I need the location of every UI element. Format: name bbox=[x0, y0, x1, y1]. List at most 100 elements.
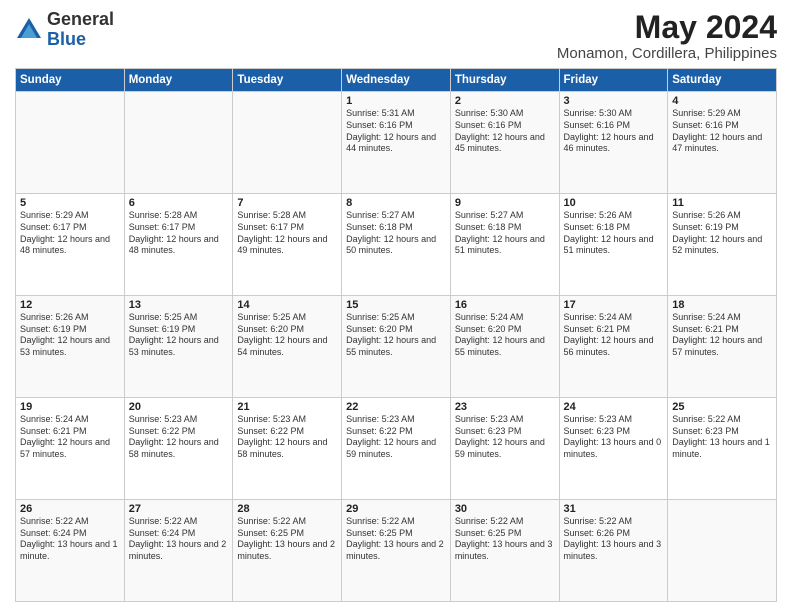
calendar-header: Sunday Monday Tuesday Wednesday Thursday… bbox=[16, 69, 777, 92]
day-cell: 14Sunrise: 5:25 AM Sunset: 6:20 PM Dayli… bbox=[233, 296, 342, 398]
calendar-body: 1Sunrise: 5:31 AM Sunset: 6:16 PM Daylig… bbox=[16, 92, 777, 602]
day-cell: 4Sunrise: 5:29 AM Sunset: 6:16 PM Daylig… bbox=[668, 92, 777, 194]
day-info: Sunrise: 5:22 AM Sunset: 6:26 PM Dayligh… bbox=[564, 516, 664, 563]
day-cell: 5Sunrise: 5:29 AM Sunset: 6:17 PM Daylig… bbox=[16, 194, 125, 296]
day-cell: 27Sunrise: 5:22 AM Sunset: 6:24 PM Dayli… bbox=[124, 500, 233, 602]
day-info: Sunrise: 5:23 AM Sunset: 6:22 PM Dayligh… bbox=[346, 414, 446, 461]
logo-icon bbox=[15, 16, 43, 44]
day-cell: 6Sunrise: 5:28 AM Sunset: 6:17 PM Daylig… bbox=[124, 194, 233, 296]
title-block: May 2024 Monamon, Cordillera, Philippine… bbox=[557, 10, 777, 62]
day-cell: 28Sunrise: 5:22 AM Sunset: 6:25 PM Dayli… bbox=[233, 500, 342, 602]
day-cell: 23Sunrise: 5:23 AM Sunset: 6:23 PM Dayli… bbox=[450, 398, 559, 500]
calendar-table: Sunday Monday Tuesday Wednesday Thursday… bbox=[15, 68, 777, 602]
day-cell: 24Sunrise: 5:23 AM Sunset: 6:23 PM Dayli… bbox=[559, 398, 668, 500]
day-info: Sunrise: 5:25 AM Sunset: 6:19 PM Dayligh… bbox=[129, 312, 229, 359]
day-info: Sunrise: 5:25 AM Sunset: 6:20 PM Dayligh… bbox=[237, 312, 337, 359]
day-info: Sunrise: 5:23 AM Sunset: 6:22 PM Dayligh… bbox=[129, 414, 229, 461]
day-number: 2 bbox=[455, 95, 555, 107]
day-info: Sunrise: 5:27 AM Sunset: 6:18 PM Dayligh… bbox=[346, 210, 446, 257]
day-cell: 7Sunrise: 5:28 AM Sunset: 6:17 PM Daylig… bbox=[233, 194, 342, 296]
day-number: 24 bbox=[564, 401, 664, 413]
day-number: 19 bbox=[20, 401, 120, 413]
day-number: 16 bbox=[455, 299, 555, 311]
week-row-5: 26Sunrise: 5:22 AM Sunset: 6:24 PM Dayli… bbox=[16, 500, 777, 602]
day-number: 8 bbox=[346, 197, 446, 209]
day-cell: 31Sunrise: 5:22 AM Sunset: 6:26 PM Dayli… bbox=[559, 500, 668, 602]
day-info: Sunrise: 5:24 AM Sunset: 6:21 PM Dayligh… bbox=[564, 312, 664, 359]
day-info: Sunrise: 5:27 AM Sunset: 6:18 PM Dayligh… bbox=[455, 210, 555, 257]
day-number: 4 bbox=[672, 95, 772, 107]
day-info: Sunrise: 5:30 AM Sunset: 6:16 PM Dayligh… bbox=[564, 108, 664, 155]
day-cell: 22Sunrise: 5:23 AM Sunset: 6:22 PM Dayli… bbox=[342, 398, 451, 500]
day-cell: 16Sunrise: 5:24 AM Sunset: 6:20 PM Dayli… bbox=[450, 296, 559, 398]
day-number: 11 bbox=[672, 197, 772, 209]
day-cell: 26Sunrise: 5:22 AM Sunset: 6:24 PM Dayli… bbox=[16, 500, 125, 602]
day-cell: 30Sunrise: 5:22 AM Sunset: 6:25 PM Dayli… bbox=[450, 500, 559, 602]
day-cell bbox=[16, 92, 125, 194]
day-info: Sunrise: 5:22 AM Sunset: 6:25 PM Dayligh… bbox=[455, 516, 555, 563]
day-info: Sunrise: 5:22 AM Sunset: 6:23 PM Dayligh… bbox=[672, 414, 772, 461]
col-saturday: Saturday bbox=[668, 69, 777, 92]
day-info: Sunrise: 5:22 AM Sunset: 6:24 PM Dayligh… bbox=[20, 516, 120, 563]
day-cell: 25Sunrise: 5:22 AM Sunset: 6:23 PM Dayli… bbox=[668, 398, 777, 500]
calendar-title: May 2024 bbox=[557, 10, 777, 45]
col-sunday: Sunday bbox=[16, 69, 125, 92]
day-info: Sunrise: 5:26 AM Sunset: 6:18 PM Dayligh… bbox=[564, 210, 664, 257]
day-info: Sunrise: 5:26 AM Sunset: 6:19 PM Dayligh… bbox=[20, 312, 120, 359]
day-info: Sunrise: 5:23 AM Sunset: 6:23 PM Dayligh… bbox=[564, 414, 664, 461]
day-cell: 21Sunrise: 5:23 AM Sunset: 6:22 PM Dayli… bbox=[233, 398, 342, 500]
day-number: 23 bbox=[455, 401, 555, 413]
day-number: 27 bbox=[129, 503, 229, 515]
calendar-subtitle: Monamon, Cordillera, Philippines bbox=[557, 45, 777, 62]
day-number: 29 bbox=[346, 503, 446, 515]
day-number: 20 bbox=[129, 401, 229, 413]
day-number: 12 bbox=[20, 299, 120, 311]
day-info: Sunrise: 5:22 AM Sunset: 6:25 PM Dayligh… bbox=[346, 516, 446, 563]
day-cell: 18Sunrise: 5:24 AM Sunset: 6:21 PM Dayli… bbox=[668, 296, 777, 398]
day-info: Sunrise: 5:28 AM Sunset: 6:17 PM Dayligh… bbox=[237, 210, 337, 257]
week-row-2: 5Sunrise: 5:29 AM Sunset: 6:17 PM Daylig… bbox=[16, 194, 777, 296]
day-cell: 9Sunrise: 5:27 AM Sunset: 6:18 PM Daylig… bbox=[450, 194, 559, 296]
week-row-4: 19Sunrise: 5:24 AM Sunset: 6:21 PM Dayli… bbox=[16, 398, 777, 500]
day-number: 9 bbox=[455, 197, 555, 209]
logo: General Blue bbox=[15, 10, 114, 50]
day-number: 6 bbox=[129, 197, 229, 209]
day-cell: 1Sunrise: 5:31 AM Sunset: 6:16 PM Daylig… bbox=[342, 92, 451, 194]
week-row-3: 12Sunrise: 5:26 AM Sunset: 6:19 PM Dayli… bbox=[16, 296, 777, 398]
day-cell: 15Sunrise: 5:25 AM Sunset: 6:20 PM Dayli… bbox=[342, 296, 451, 398]
day-info: Sunrise: 5:22 AM Sunset: 6:24 PM Dayligh… bbox=[129, 516, 229, 563]
day-cell: 11Sunrise: 5:26 AM Sunset: 6:19 PM Dayli… bbox=[668, 194, 777, 296]
day-number: 10 bbox=[564, 197, 664, 209]
day-number: 13 bbox=[129, 299, 229, 311]
day-info: Sunrise: 5:28 AM Sunset: 6:17 PM Dayligh… bbox=[129, 210, 229, 257]
day-number: 22 bbox=[346, 401, 446, 413]
day-info: Sunrise: 5:23 AM Sunset: 6:23 PM Dayligh… bbox=[455, 414, 555, 461]
day-info: Sunrise: 5:31 AM Sunset: 6:16 PM Dayligh… bbox=[346, 108, 446, 155]
header-row: Sunday Monday Tuesday Wednesday Thursday… bbox=[16, 69, 777, 92]
day-number: 14 bbox=[237, 299, 337, 311]
day-number: 26 bbox=[20, 503, 120, 515]
day-info: Sunrise: 5:23 AM Sunset: 6:22 PM Dayligh… bbox=[237, 414, 337, 461]
day-cell: 10Sunrise: 5:26 AM Sunset: 6:18 PM Dayli… bbox=[559, 194, 668, 296]
day-cell: 29Sunrise: 5:22 AM Sunset: 6:25 PM Dayli… bbox=[342, 500, 451, 602]
day-number: 18 bbox=[672, 299, 772, 311]
day-number: 30 bbox=[455, 503, 555, 515]
day-info: Sunrise: 5:25 AM Sunset: 6:20 PM Dayligh… bbox=[346, 312, 446, 359]
day-info: Sunrise: 5:29 AM Sunset: 6:16 PM Dayligh… bbox=[672, 108, 772, 155]
day-cell: 3Sunrise: 5:30 AM Sunset: 6:16 PM Daylig… bbox=[559, 92, 668, 194]
day-number: 28 bbox=[237, 503, 337, 515]
logo-blue: Blue bbox=[47, 30, 114, 50]
page: General Blue May 2024 Monamon, Cordiller… bbox=[0, 0, 792, 612]
week-row-1: 1Sunrise: 5:31 AM Sunset: 6:16 PM Daylig… bbox=[16, 92, 777, 194]
col-thursday: Thursday bbox=[450, 69, 559, 92]
day-info: Sunrise: 5:26 AM Sunset: 6:19 PM Dayligh… bbox=[672, 210, 772, 257]
day-number: 15 bbox=[346, 299, 446, 311]
day-info: Sunrise: 5:24 AM Sunset: 6:20 PM Dayligh… bbox=[455, 312, 555, 359]
day-number: 1 bbox=[346, 95, 446, 107]
logo-general: General bbox=[47, 10, 114, 30]
day-number: 25 bbox=[672, 401, 772, 413]
day-info: Sunrise: 5:30 AM Sunset: 6:16 PM Dayligh… bbox=[455, 108, 555, 155]
col-friday: Friday bbox=[559, 69, 668, 92]
day-cell bbox=[668, 500, 777, 602]
day-cell: 8Sunrise: 5:27 AM Sunset: 6:18 PM Daylig… bbox=[342, 194, 451, 296]
